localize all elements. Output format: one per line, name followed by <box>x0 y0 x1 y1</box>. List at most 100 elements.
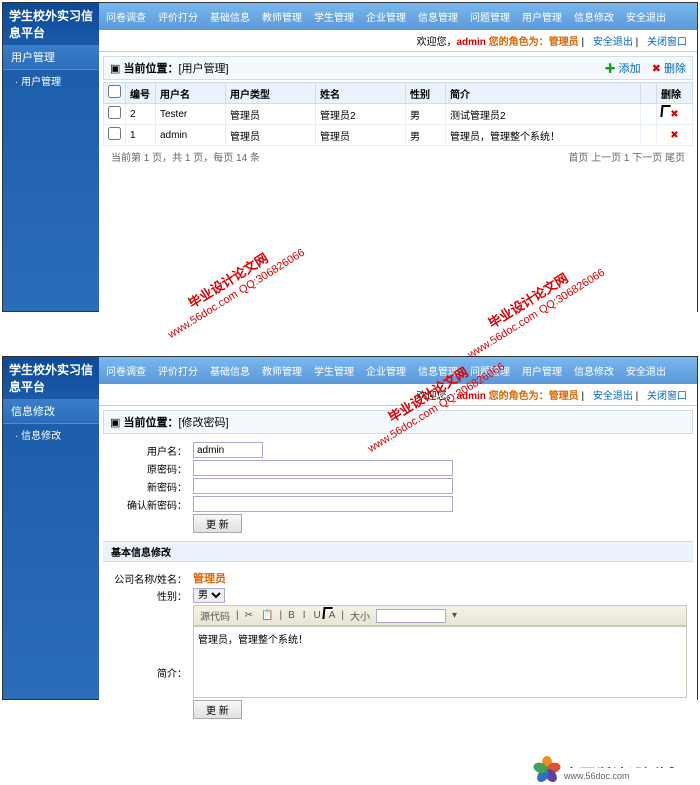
top-nav: 问卷调查 评价打分 基础信息 教师管理 学生管理 企业管理 信息管理 问题管理 … <box>99 357 697 384</box>
user-bar: 欢迎您，admin 您的角色为：管理员 | 安全退出 | 关闭窗口 <box>99 384 697 406</box>
input-old-password[interactable] <box>193 460 453 476</box>
app-banner: 学生校外实习信息平台 <box>3 357 99 399</box>
nav-survey[interactable]: 问卷调查 <box>101 361 151 380</box>
lbl-desc: 简介： <box>109 605 193 680</box>
nav-score[interactable]: 评价打分 <box>153 7 203 26</box>
user-table: 编号 用户名 用户类型 姓名 性别 简介 删除 2 Tester 管理员 管理员… <box>103 82 693 146</box>
link-close-window[interactable]: 关闭窗口 <box>647 37 687 48</box>
row-checkbox[interactable] <box>108 127 121 140</box>
lbl-corp: 公司名称/姓名： <box>109 571 193 586</box>
action-delete[interactable]: ✖ 删除 <box>652 63 686 75</box>
delete-row-icon[interactable]: ✖ <box>657 104 693 125</box>
lbl-cfmpw: 确认新密码： <box>109 497 193 512</box>
action-add[interactable]: ✚ 添加 <box>605 63 641 75</box>
nav-student[interactable]: 学生管理 <box>309 7 359 26</box>
crumb-label: 当前位置： <box>123 417 178 429</box>
app-banner: 学生校外实习信息平台 <box>3 3 99 45</box>
nav-basic[interactable]: 基础信息 <box>205 361 255 380</box>
richtext-toolbar: 源代码| ✂ 📋| B I U A| 大小 ▾ <box>193 605 687 626</box>
lbl-username: 用户名： <box>109 443 193 458</box>
tb-underline-icon[interactable]: U <box>312 610 323 621</box>
info-form: 公司名称/姓名：管理员 性别：男 简介： 源代码| ✂ 📋| B I U A| … <box>103 562 693 727</box>
sidebar-item-user-mgmt[interactable]: · 用户管理 <box>3 70 99 91</box>
current-user: admin <box>456 37 485 48</box>
col-name: 姓名 <box>316 83 406 104</box>
table-row[interactable]: 2 Tester 管理员 管理员2 男 测试管理员2 ✖ <box>104 104 693 125</box>
main-area: 问卷调查 评价打分 基础信息 教师管理 学生管理 企业管理 信息管理 问题管理 … <box>99 357 697 699</box>
nav-modify[interactable]: 信息修改 <box>569 361 619 380</box>
richtext-editor[interactable]: 管理员，管理整个系统！ <box>193 626 687 698</box>
nav-student[interactable]: 学生管理 <box>309 361 359 380</box>
main-area: 问卷调查 评价打分 基础信息 教师管理 学生管理 企业管理 信息管理 问题管理 … <box>99 3 697 311</box>
minus-icon: ✖ <box>652 63 661 75</box>
tb-paste-icon[interactable]: 📋 <box>259 610 275 621</box>
nav-survey[interactable]: 问卷调查 <box>101 7 151 26</box>
crumb-location: [用户管理] <box>178 63 228 75</box>
checkbox-all[interactable] <box>108 85 121 98</box>
update-info-button[interactable]: 更 新 <box>193 700 242 719</box>
sidebar-category-users[interactable]: 用户管理 <box>3 45 99 70</box>
crumb-location: [修改密码] <box>178 417 228 429</box>
content: ▣ 当前位置：[修改密码] 用户名： 原密码： 新密码： 确认新密码： 更 新 … <box>99 406 697 767</box>
tb-dropdown-icon[interactable]: ▾ <box>450 610 459 621</box>
sidebar-category-modify[interactable]: 信息修改 <box>3 399 99 424</box>
nav-enterprise[interactable]: 企业管理 <box>361 361 411 380</box>
crumb-icon: ▣ <box>110 417 120 429</box>
sidebar: 学生校外实习信息平台 信息修改 · 信息修改 <box>3 357 99 699</box>
table-header-row: 编号 用户名 用户类型 姓名 性别 简介 删除 <box>104 83 693 104</box>
col-user: 用户名 <box>156 83 226 104</box>
table-row[interactable]: 1 admin 管理员 管理员 男 管理员，管理整个系统！ ✖ <box>104 125 693 146</box>
nav-score[interactable]: 评价打分 <box>153 361 203 380</box>
input-new-password[interactable] <box>193 478 453 494</box>
empty-area <box>103 167 693 357</box>
crumb-icon: ▣ <box>110 63 120 75</box>
col-del: 删除 <box>657 83 693 104</box>
nav-question[interactable]: 问题管理 <box>465 7 515 26</box>
nav-info[interactable]: 信息管理 <box>413 7 463 26</box>
tb-color-icon[interactable]: A <box>327 610 338 621</box>
tb-size-input[interactable] <box>376 609 446 623</box>
link-safe-exit[interactable]: 安全退出 <box>593 37 633 48</box>
nav-exit[interactable]: 安全退出 <box>621 361 671 380</box>
input-username[interactable] <box>193 442 263 458</box>
link-close-window[interactable]: 关闭窗口 <box>647 391 687 402</box>
update-password-button[interactable]: 更 新 <box>193 514 242 533</box>
tb-italic-icon[interactable]: I <box>301 610 308 621</box>
nav-user[interactable]: 用户管理 <box>517 361 567 380</box>
row-checkbox[interactable] <box>108 106 121 119</box>
lbl-sex: 性别： <box>109 588 193 603</box>
sidebar: 学生校外实习信息平台 用户管理 · 用户管理 <box>3 3 99 311</box>
nav-exit[interactable]: 安全退出 <box>621 7 671 26</box>
nav-teacher[interactable]: 教师管理 <box>257 361 307 380</box>
nav-user[interactable]: 用户管理 <box>517 7 567 26</box>
col-desc: 简介 <box>446 83 641 104</box>
current-role: 管理员 <box>549 37 579 48</box>
section-basic-info: 基本信息修改 <box>103 541 693 562</box>
user-bar: 欢迎您，admin 您的角色为：管理员 | 安全退出 | 关闭窗口 <box>99 30 697 52</box>
welcome-text: 欢迎您， <box>416 37 456 48</box>
content: ▣ 当前位置：[用户管理] ✚ 添加 ✖ 删除 编号 用户名 用户类型 姓名 性… <box>99 52 697 361</box>
nav-teacher[interactable]: 教师管理 <box>257 7 307 26</box>
select-sex[interactable]: 男 <box>193 588 225 603</box>
flower-icon <box>536 755 558 777</box>
link-safe-exit[interactable]: 安全退出 <box>593 391 633 402</box>
breadcrumb: ▣ 当前位置：[用户管理] ✚ 添加 ✖ 删除 <box>103 56 693 80</box>
sidebar-item-info-modify[interactable]: · 信息修改 <box>3 424 99 445</box>
nav-modify[interactable]: 信息修改 <box>569 7 619 26</box>
nav-enterprise[interactable]: 企业管理 <box>361 7 411 26</box>
password-form: 用户名： 原密码： 新密码： 确认新密码： 更 新 <box>103 434 693 541</box>
tb-bold-icon[interactable]: B <box>286 610 297 621</box>
tb-cut-icon[interactable]: ✂ <box>243 610 255 621</box>
tb-source[interactable]: 源代码 <box>198 608 232 623</box>
tb-size[interactable]: 大小 <box>348 608 372 623</box>
top-nav: 问卷调查 评价打分 基础信息 教师管理 学生管理 企业管理 信息管理 问题管理 … <box>99 3 697 30</box>
col-sex: 性别 <box>406 83 446 104</box>
nav-basic[interactable]: 基础信息 <box>205 7 255 26</box>
input-confirm-password[interactable] <box>193 496 453 512</box>
role-label: 您的角色为： <box>486 37 549 48</box>
breadcrumb: ▣ 当前位置：[修改密码] <box>103 410 693 434</box>
delete-row-icon[interactable]: ✖ <box>657 125 693 146</box>
nav-question[interactable]: 问题管理 <box>465 361 515 380</box>
nav-info[interactable]: 信息管理 <box>413 361 463 380</box>
lbl-oldpw: 原密码： <box>109 461 193 476</box>
